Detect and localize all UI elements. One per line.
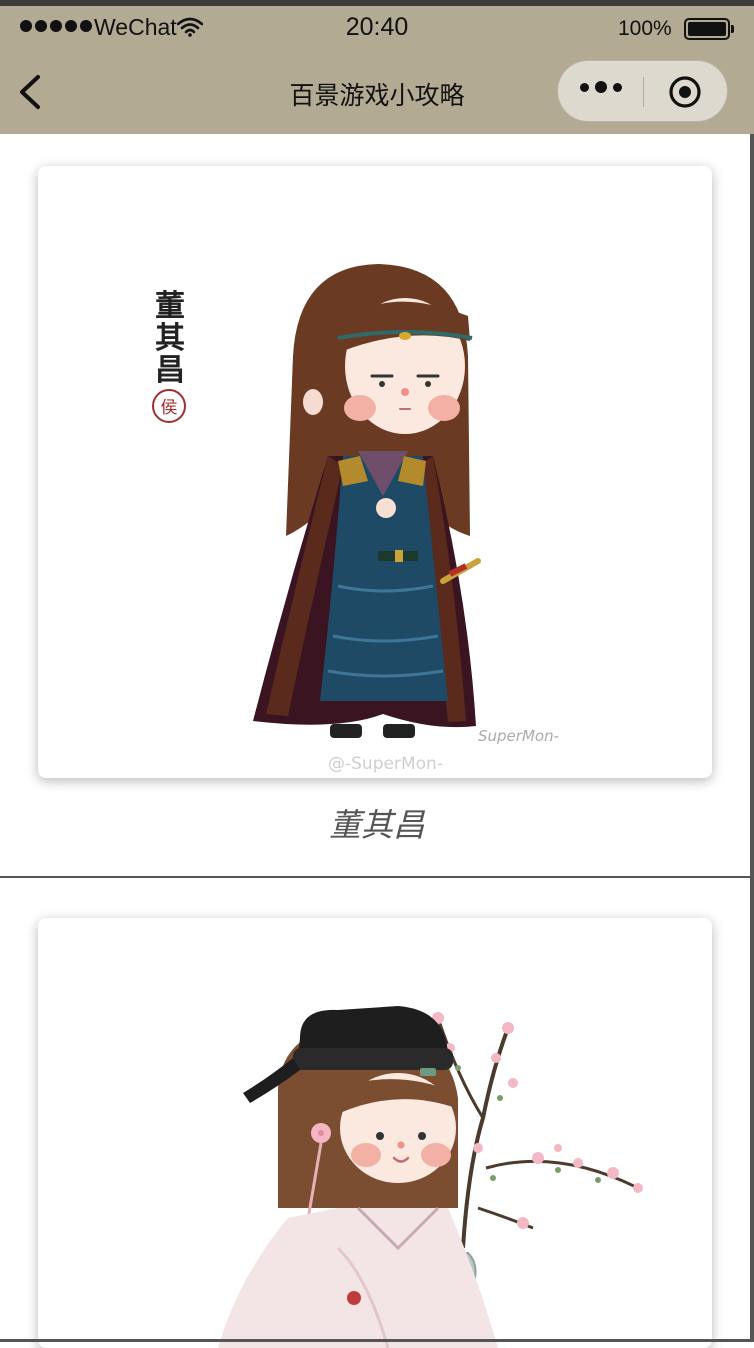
watermark-text: @-SuperMon- <box>328 754 443 774</box>
character-card[interactable] <box>38 918 712 1348</box>
status-bar: WeChat 20:40 100% <box>0 6 754 50</box>
svg-text:董: 董 <box>155 289 185 324</box>
mini-program-capsule <box>557 60 728 122</box>
capsule-divider <box>643 77 644 107</box>
character-illustration-dong-qichang: 董 其 昌 侯 SuperMon- @-SuperMon- <box>152 264 559 774</box>
more-dots-icon[interactable] <box>580 81 622 93</box>
signature-text: SuperMon- <box>478 727 559 745</box>
navigation-bar: 百景游戏小攻略 <box>0 50 754 134</box>
battery-icon <box>684 18 734 40</box>
battery-percent: 100% <box>618 17 672 40</box>
list-separator <box>0 876 754 878</box>
svg-text:其: 其 <box>155 321 185 356</box>
window-frame-right <box>750 134 754 1342</box>
character-illustration-blossom-branch <box>218 1006 643 1348</box>
svg-text:昌: 昌 <box>155 353 185 388</box>
character-caption: 董其昌 <box>328 806 425 844</box>
target-icon[interactable] <box>668 75 702 109</box>
app-header: WeChat 20:40 100% 百景游戏小攻略 <box>0 6 754 134</box>
character-card[interactable]: 董 其 昌 侯 SuperMon- @-SuperMon- <box>38 166 712 778</box>
svg-text:侯: 侯 <box>161 398 178 418</box>
